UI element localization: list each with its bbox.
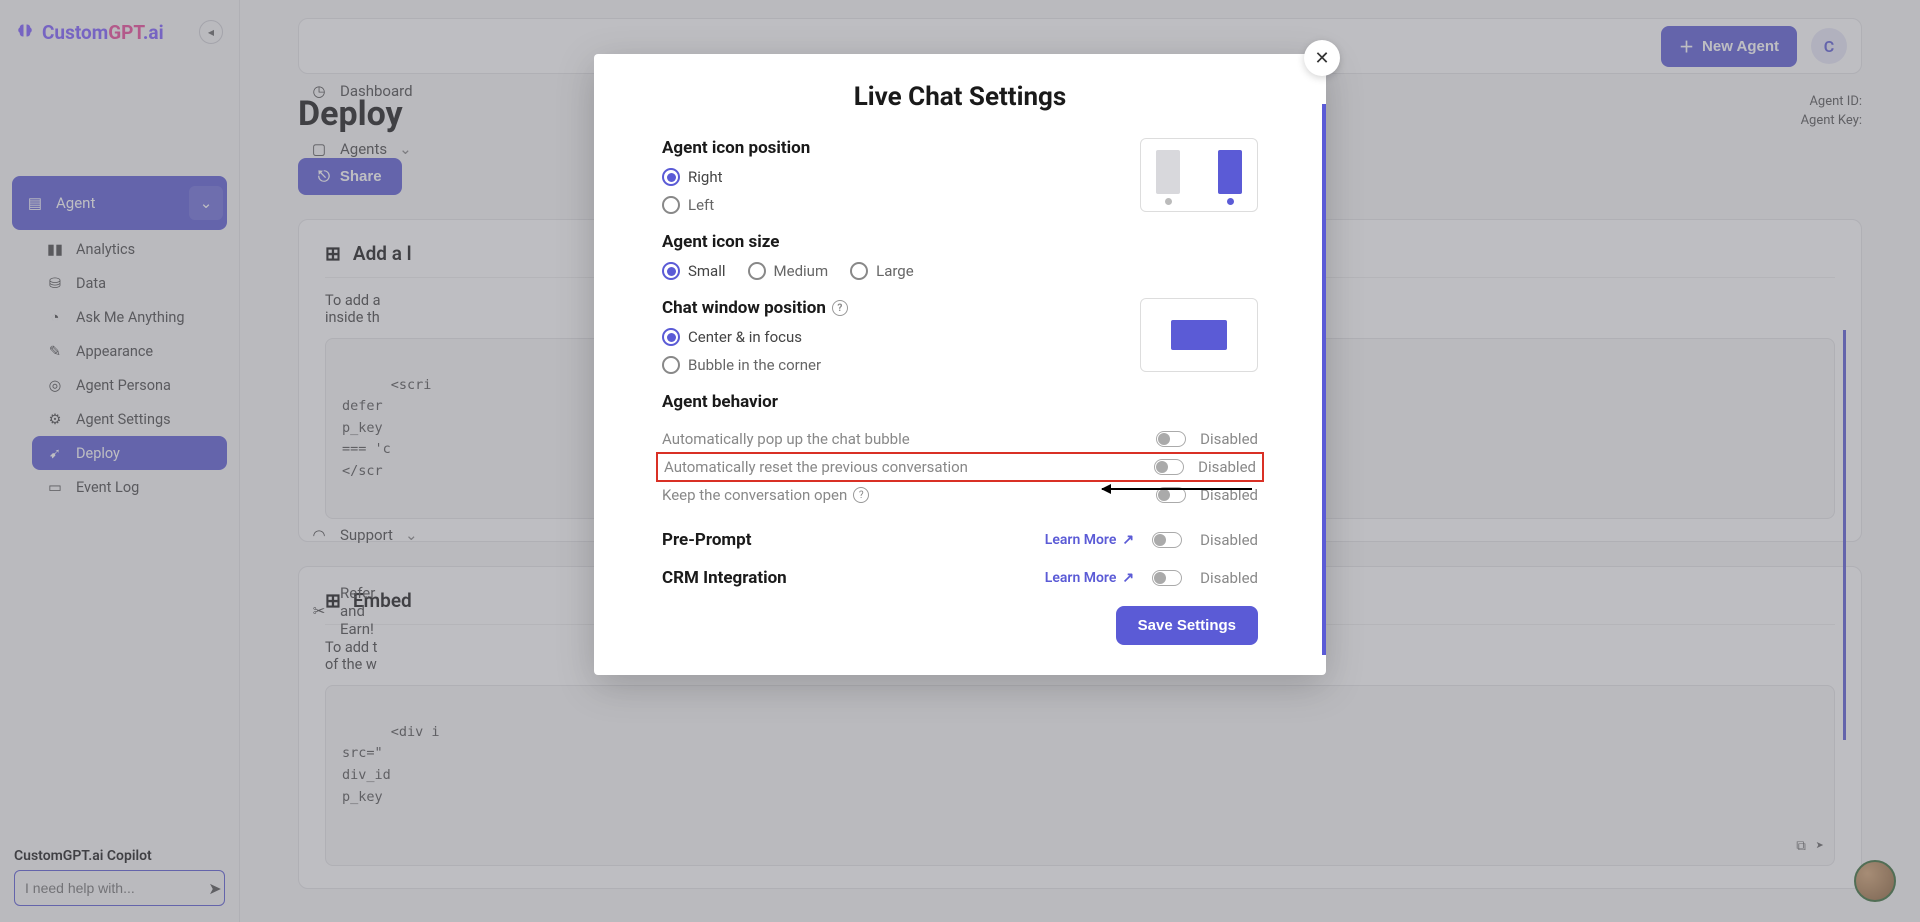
radio-icon <box>850 262 868 280</box>
toggle-popup[interactable] <box>1156 431 1186 447</box>
toggle-state: Disabled <box>1198 458 1256 476</box>
radio-label: Bubble in the corner <box>688 356 821 374</box>
setting-preprompt: Pre-Prompt Learn More ↗ Disabled <box>662 530 1258 550</box>
setting-window-position: Chat window position ? Center & in focus… <box>662 298 1258 374</box>
radio-label: Large <box>876 262 914 280</box>
close-button[interactable]: ✕ <box>1304 40 1340 76</box>
setting-icon-size: Agent icon size Small Medium Large <box>662 232 1258 280</box>
external-link-icon: ↗ <box>1122 570 1134 586</box>
behavior-keep: Keep the conversation open ? Disabled <box>662 478 1258 512</box>
behavior-label: Automatically pop up the chat bubble <box>662 430 910 448</box>
toggle-crm[interactable] <box>1152 570 1182 586</box>
radio-label: Center & in focus <box>688 328 802 346</box>
radio-icon <box>662 262 680 280</box>
setting-crm: CRM Integration Learn More ↗ Disabled <box>662 568 1258 588</box>
toggle-state: Disabled <box>1200 430 1258 448</box>
radio-icon <box>662 196 680 214</box>
learn-more-link[interactable]: Learn More ↗ <box>1045 532 1134 548</box>
modal-title: Live Chat Settings <box>662 82 1258 112</box>
toggle-state: Disabled <box>1200 569 1258 587</box>
radio-small[interactable]: Small <box>662 262 726 280</box>
help-icon[interactable]: ? <box>853 487 869 503</box>
setting-icon-position: Agent icon position Right Left <box>662 138 1258 214</box>
setting-label: Agent behavior <box>662 392 1258 412</box>
radio-icon <box>662 168 680 186</box>
radio-medium[interactable]: Medium <box>748 262 829 280</box>
setting-behavior: Agent behavior Automatically pop up the … <box>662 392 1258 512</box>
setting-label: Agent icon size <box>662 232 1258 252</box>
toggle-preprompt[interactable] <box>1152 532 1182 548</box>
modal-scrollbar[interactable] <box>1322 104 1326 655</box>
help-icon[interactable]: ? <box>832 300 848 316</box>
save-settings-button[interactable]: Save Settings <box>1116 606 1258 645</box>
radio-label: Left <box>688 196 714 214</box>
live-chat-settings-modal: ✕ Live Chat Settings Agent icon position… <box>594 54 1326 675</box>
window-preview <box>1140 298 1258 372</box>
setting-label: Pre-Prompt <box>662 530 751 550</box>
learn-more-link[interactable]: Learn More ↗ <box>1045 570 1134 586</box>
modal-overlay: ✕ Live Chat Settings Agent icon position… <box>0 0 1920 922</box>
close-icon: ✕ <box>1314 48 1329 69</box>
radio-icon <box>662 328 680 346</box>
radio-label: Medium <box>774 262 829 280</box>
toggle-state: Disabled <box>1200 531 1258 549</box>
radio-label: Small <box>688 262 726 280</box>
radio-icon <box>748 262 766 280</box>
radio-large[interactable]: Large <box>850 262 914 280</box>
position-preview <box>1140 138 1258 212</box>
radio-icon <box>662 356 680 374</box>
behavior-label: Keep the conversation open ? <box>662 486 869 504</box>
behavior-label: Automatically reset the previous convers… <box>664 458 968 476</box>
behavior-popup: Automatically pop up the chat bubble Dis… <box>662 422 1258 456</box>
setting-label: CRM Integration <box>662 568 787 588</box>
radio-label: Right <box>688 168 722 186</box>
toggle-reset[interactable] <box>1154 459 1184 475</box>
annotation-arrow <box>1102 488 1252 490</box>
external-link-icon: ↗ <box>1122 532 1134 548</box>
